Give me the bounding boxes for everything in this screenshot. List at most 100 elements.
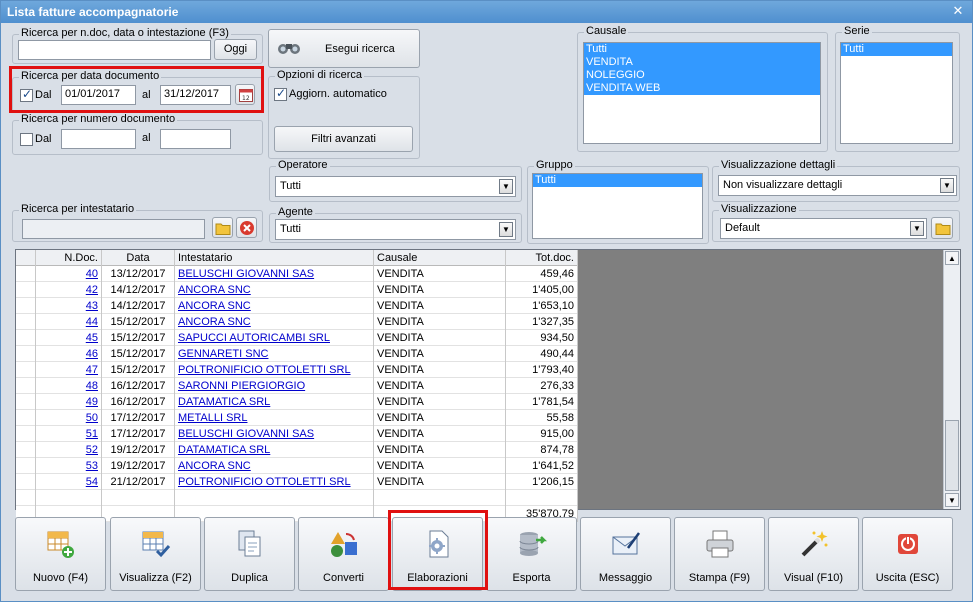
table-row[interactable]: 53 19/12/2017 ANCORA SNC VENDITA 1'641,52 [16, 458, 578, 474]
operatore-select[interactable]: Tutti ▼ [275, 176, 516, 197]
chevron-down-icon[interactable]: ▼ [499, 222, 513, 237]
detail-view-select[interactable]: Non visualizzare dettagli ▼ [718, 175, 957, 196]
ndoc-search-input[interactable] [18, 40, 211, 60]
list-item[interactable]: Tutti [584, 43, 820, 56]
toolbar-button-esporta[interactable]: Esporta [486, 517, 577, 591]
cell-data: 16/12/2017 [102, 378, 175, 394]
header-ndoc[interactable]: N.Doc. [36, 250, 102, 266]
view-select[interactable]: Default ▼ [720, 218, 927, 239]
cell-ndoc[interactable]: 50 [36, 410, 102, 426]
cell-ndoc[interactable]: 51 [36, 426, 102, 442]
cell-ndoc[interactable]: 46 [36, 346, 102, 362]
close-icon[interactable]: ✕ [950, 4, 966, 19]
header-data[interactable]: Data [102, 250, 175, 266]
table-row[interactable]: 47 15/12/2017 POLTRONIFICIO OTTOLETTI SRL V… [16, 362, 578, 378]
toolbar-button-nuovo-f4[interactable]: Nuovo (F4) [15, 517, 106, 591]
magic-wand-icon [798, 528, 830, 560]
number-to-input[interactable] [160, 129, 231, 149]
cell-intestatario[interactable]: SAPUCCI AUTORICAMBI SRL [175, 330, 374, 346]
table-row[interactable]: 44 15/12/2017 ANCORA SNC VENDITA 1'327,35 [16, 314, 578, 330]
toolbar-button-stampa-f9[interactable]: Stampa (F9) [674, 517, 765, 591]
cell-intestatario[interactable]: GENNARETI SNC [175, 346, 374, 362]
toolbar-button-visualizza-f2[interactable]: Visualizza (F2) [110, 517, 201, 591]
list-item[interactable]: NOLEGGIO [584, 69, 820, 82]
list-item[interactable]: VENDITA [584, 56, 820, 69]
row-indicator [16, 458, 36, 474]
serie-list[interactable]: Tutti [840, 42, 953, 144]
table-row-empty[interactable] [16, 490, 578, 506]
table-row[interactable]: 48 16/12/2017 SARONNI PIERGIORGIO VENDITA 27… [16, 378, 578, 394]
cell-data: 15/12/2017 [102, 346, 175, 362]
advanced-filters-button[interactable]: Filtri avanzati [274, 126, 413, 152]
number-from-checkbox[interactable] [20, 133, 33, 146]
scroll-thumb[interactable] [945, 420, 959, 491]
cell-ndoc[interactable]: 48 [36, 378, 102, 394]
cell-intestatario[interactable]: ANCORA SNC [175, 314, 374, 330]
gruppo-list[interactable]: Tutti [532, 173, 703, 239]
cell-ndoc[interactable]: 43 [36, 298, 102, 314]
cell-totdoc: 55,58 [506, 410, 578, 426]
cell-ndoc[interactable]: 53 [36, 458, 102, 474]
auto-update-checkbox[interactable] [274, 86, 287, 101]
table-row[interactable]: 43 14/12/2017 ANCORA SNC VENDITA 1'653,10 [16, 298, 578, 314]
table-row[interactable]: 49 16/12/2017 DATAMATICA SRL VENDITA 1'781,5… [16, 394, 578, 410]
cell-intestatario[interactable]: POLTRONIFICIO OTTOLETTI SRL [175, 362, 374, 378]
view-folder-button[interactable] [931, 217, 953, 239]
cell-intestatario[interactable]: BELUSCHI GIOVANNI SAS [175, 426, 374, 442]
table-row[interactable]: 51 17/12/2017 BELUSCHI GIOVANNI SAS VENDITA… [16, 426, 578, 442]
holder-search-input[interactable] [22, 219, 205, 239]
convert-icon [328, 528, 360, 560]
today-button[interactable]: Oggi [214, 39, 257, 60]
header-causale[interactable]: Causale [374, 250, 506, 266]
cell-intestatario[interactable]: ANCORA SNC [175, 282, 374, 298]
scroll-down-icon[interactable]: ▼ [945, 493, 959, 507]
cell-ndoc[interactable]: 45 [36, 330, 102, 346]
scroll-up-icon[interactable]: ▲ [945, 251, 959, 265]
toolbar-button-uscita-esc[interactable]: Uscita (ESC) [862, 517, 953, 591]
cell-ndoc[interactable]: 42 [36, 282, 102, 298]
cell-ndoc[interactable]: 44 [36, 314, 102, 330]
cell-causale: VENDITA [374, 346, 506, 362]
cell-intestatario[interactable]: POLTRONIFICIO OTTOLETTI SRL [175, 474, 374, 490]
toolbar-button-converti[interactable]: Converti [298, 517, 389, 591]
cell-intestatario[interactable]: SARONNI PIERGIORGIO [175, 378, 374, 394]
cell-intestatario[interactable]: BELUSCHI GIOVANNI SAS [175, 266, 374, 282]
table-row[interactable]: 46 15/12/2017 GENNARETI SNC VENDITA 490,44 [16, 346, 578, 362]
table-scrollbar[interactable]: ▲ ▼ [943, 250, 960, 509]
cell-intestatario[interactable]: ANCORA SNC [175, 298, 374, 314]
table-row[interactable]: 45 15/12/2017 SAPUCCI AUTORICAMBI SRL VENDI… [16, 330, 578, 346]
row-indicator [16, 394, 36, 410]
cell-ndoc[interactable]: 54 [36, 474, 102, 490]
execute-search-button[interactable]: Esegui ricerca [268, 29, 420, 68]
header-intestatario[interactable]: Intestatario [175, 250, 374, 266]
cell-intestatario[interactable]: DATAMATICA SRL [175, 394, 374, 410]
causale-list[interactable]: Tutti VENDITA NOLEGGIO VENDITA WEB [583, 42, 821, 144]
agente-select[interactable]: Tutti ▼ [275, 219, 516, 240]
cell-intestatario[interactable]: ANCORA SNC [175, 458, 374, 474]
agente-value: Tutti [280, 223, 301, 235]
chevron-down-icon[interactable]: ▼ [499, 179, 513, 194]
table-row[interactable]: 54 21/12/2017 POLTRONIFICIO OTTOLETTI SRL V… [16, 474, 578, 490]
toolbar-button-messaggio[interactable]: Messaggio [580, 517, 671, 591]
chevron-down-icon[interactable]: ▼ [940, 178, 954, 193]
table-row[interactable]: 40 13/12/2017 BELUSCHI GIOVANNI SAS VENDITA… [16, 266, 578, 282]
holder-clear-button[interactable] [236, 217, 257, 238]
cell-ndoc[interactable]: 52 [36, 442, 102, 458]
holder-folder-button[interactable] [212, 217, 233, 238]
list-item[interactable]: Tutti [841, 43, 952, 56]
table-row[interactable]: 52 19/12/2017 DATAMATICA SRL VENDITA 874,78 [16, 442, 578, 458]
cell-intestatario[interactable]: DATAMATICA SRL [175, 442, 374, 458]
cell-ndoc[interactable]: 40 [36, 266, 102, 282]
toolbar-button-visual-f10[interactable]: Visual (F10) [768, 517, 859, 591]
header-totdoc[interactable]: Tot.doc. [506, 250, 578, 266]
table-row[interactable]: 42 14/12/2017 ANCORA SNC VENDITA 1'405,00 [16, 282, 578, 298]
toolbar-button-duplica[interactable]: Duplica [204, 517, 295, 591]
list-item[interactable]: VENDITA WEB [584, 82, 820, 95]
list-item[interactable]: Tutti [533, 174, 702, 187]
number-from-input[interactable] [61, 129, 136, 149]
table-row[interactable]: 50 17/12/2017 METALLI SRL VENDITA 55,58 [16, 410, 578, 426]
chevron-down-icon[interactable]: ▼ [910, 221, 924, 236]
cell-ndoc[interactable]: 47 [36, 362, 102, 378]
cell-ndoc[interactable]: 49 [36, 394, 102, 410]
cell-intestatario[interactable]: METALLI SRL [175, 410, 374, 426]
